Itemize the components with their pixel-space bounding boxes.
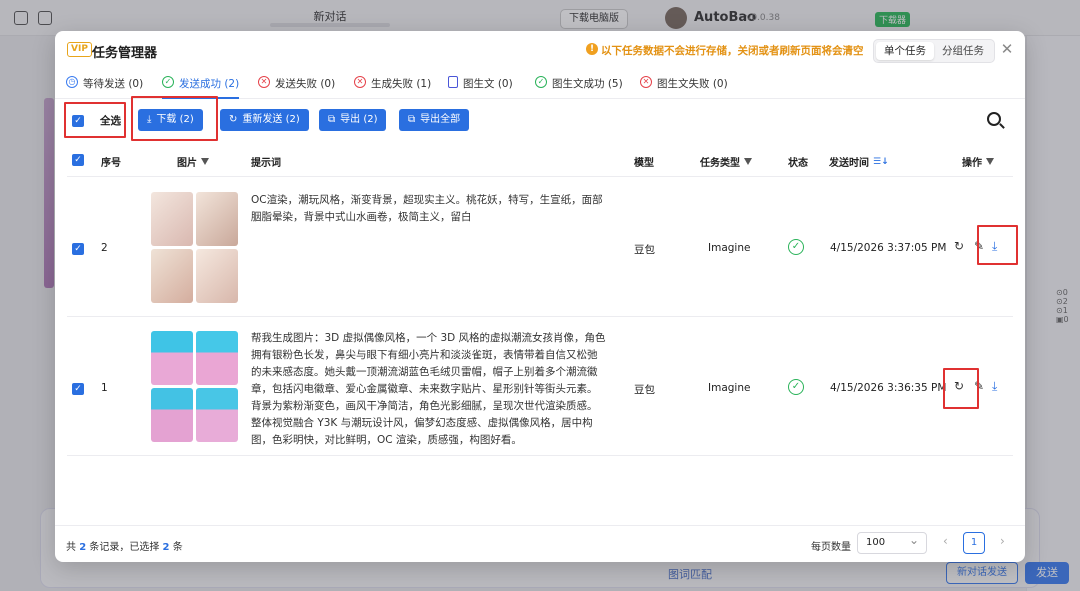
- col-index: 序号: [101, 158, 121, 169]
- thumbnail-image[interactable]: [151, 192, 193, 246]
- thumbnail-image[interactable]: [151, 249, 193, 303]
- task-mode-switch: 单个任务 分组任务: [873, 39, 995, 63]
- thumbnail-image[interactable]: [151, 331, 193, 385]
- filter-icon[interactable]: [201, 158, 209, 165]
- vip-badge: VIP: [67, 42, 92, 57]
- close-icon[interactable]: ✕: [998, 40, 1016, 58]
- page-size-select[interactable]: 100: [857, 530, 927, 554]
- clock-icon: ◷: [66, 76, 78, 88]
- filter-icon[interactable]: [986, 158, 994, 165]
- col-model: 模型: [634, 158, 654, 169]
- table-row: ✓ 1 帮我生成图片：3D 虚拟偶像风格，一个 3D 风格的虚拟潮流女孩肖像，角…: [67, 318, 1013, 456]
- check-circle-icon: ✓: [535, 76, 547, 88]
- thumbnail-image[interactable]: [196, 388, 238, 442]
- row-prompt: 帮我生成图片：3D 虚拟偶像风格，一个 3D 风格的虚拟潮流女孩肖像，角色拥有银…: [251, 332, 606, 446]
- row-thumbnails[interactable]: [151, 192, 239, 303]
- record-summary: 共 2 条记录，已选择 2 条: [66, 542, 183, 553]
- thumbnail-image[interactable]: [196, 192, 238, 246]
- resend-icon[interactable]: ↻: [954, 239, 964, 253]
- col-actions: 操作: [962, 154, 994, 169]
- tab-waiting[interactable]: ◷ 等待发送 (0): [66, 76, 143, 99]
- row-model: 豆包: [634, 244, 655, 256]
- check-circle-icon: ✓: [162, 76, 174, 88]
- col-task-type: 任务类型: [700, 154, 752, 169]
- tab-send-failed[interactable]: ✕ 发送失败 (0): [258, 76, 335, 99]
- segment-group-task[interactable]: 分组任务: [934, 42, 992, 60]
- warning-text: 以下任务数据不会进行存储，关闭或者刷新页面将会清空: [601, 45, 864, 57]
- export-button[interactable]: ⧉ 导出 (2): [319, 109, 387, 131]
- page-size-label: 每页数量: [811, 542, 851, 553]
- resend-button[interactable]: ↻ 重新发送 (2): [220, 109, 309, 131]
- download-icon[interactable]: ⤓: [992, 379, 997, 394]
- modal-title: 任务管理器: [92, 46, 158, 61]
- select-all-checkbox[interactable]: ✓: [72, 114, 84, 127]
- success-status-icon: ✓: [788, 239, 804, 255]
- document-icon: [448, 76, 458, 88]
- row-task-type: Imagine: [708, 242, 751, 254]
- col-send-time: 发送时间 ☰↓: [829, 156, 889, 170]
- export-icon: ⧉: [408, 114, 416, 125]
- download-button[interactable]: ⤓ 下载 (2): [138, 109, 203, 131]
- status-tabs: ◷ 等待发送 (0) ✓ 发送成功 (2) ✕ 发送失败 (0) ✕ 生成失败 (1) …: [55, 69, 1025, 99]
- table-footer: 共 2 条记录，已选择 2 条 每页数量 100 ‹ 1 ›: [55, 525, 1025, 562]
- download-icon: ⤓: [147, 114, 152, 125]
- page-number[interactable]: 1: [963, 532, 985, 554]
- tab-generate-failed[interactable]: ✕ 生成失败 (1): [354, 76, 431, 99]
- warning-icon: !: [586, 43, 598, 55]
- refresh-icon: ↻: [229, 114, 238, 125]
- col-prompt: 提示词: [251, 158, 281, 169]
- export-all-button[interactable]: ⧉ 导出全部: [399, 109, 470, 131]
- table-header: ✓ 序号 图片 提示词 模型 任务类型 状态 发送时间 ☰↓ 操作: [67, 143, 1013, 177]
- search-icon[interactable]: [987, 112, 1001, 126]
- row-index: 1: [101, 382, 108, 394]
- col-image: 图片: [177, 154, 209, 169]
- row-checkbox[interactable]: ✓: [72, 382, 84, 395]
- x-circle-icon: ✕: [258, 76, 270, 88]
- row-send-time: 4/15/2026 3:37:05 PM: [830, 242, 947, 254]
- thumbnail-image[interactable]: [196, 249, 238, 303]
- thumbnail-image[interactable]: [151, 388, 193, 442]
- row-index: 2: [101, 242, 108, 254]
- row-task-type: Imagine: [708, 382, 751, 394]
- x-circle-icon: ✕: [640, 76, 652, 88]
- download-icon[interactable]: ⤓: [992, 239, 997, 254]
- next-page-icon[interactable]: ›: [1000, 534, 1005, 548]
- segment-single-task[interactable]: 单个任务: [876, 42, 934, 60]
- tab-image-to-text[interactable]: 图生文 (0): [448, 76, 513, 99]
- col-status: 状态: [788, 158, 808, 169]
- header-checkbox[interactable]: ✓: [72, 154, 84, 166]
- row-send-time: 4/15/2026 3:36:35 PM: [830, 382, 947, 394]
- resend-icon[interactable]: ↻: [954, 379, 964, 393]
- filter-icon[interactable]: [744, 158, 752, 165]
- row-prompt: OC渲染，潮玩风格，渐变背景，超现实主义。桃花妖，特写，生宣纸，面部胭脂晕染，背…: [251, 194, 603, 223]
- tab-image-to-text-success[interactable]: ✓ 图生文成功 (5): [535, 76, 623, 99]
- success-status-icon: ✓: [788, 379, 804, 395]
- prev-page-icon[interactable]: ‹: [943, 534, 948, 548]
- export-icon: ⧉: [328, 114, 336, 125]
- table-row: ✓ 2 OC渲染，潮玩风格，渐变背景，超现实主义。桃花妖，特写，生宣纸，面部胭脂…: [67, 178, 1013, 317]
- task-manager-modal: VIP 任务管理器 ! 以下任务数据不会进行存储，关闭或者刷新页面将会清空 单个…: [55, 31, 1025, 562]
- row-thumbnails[interactable]: [151, 331, 239, 442]
- edit-icon[interactable]: ✎: [974, 239, 984, 253]
- modal-header: VIP 任务管理器 ! 以下任务数据不会进行存储，关闭或者刷新页面将会清空 单个…: [55, 31, 1025, 69]
- sort-icon[interactable]: ☰↓: [873, 157, 889, 167]
- tab-send-success[interactable]: ✓ 发送成功 (2): [162, 76, 240, 99]
- thumbnail-image[interactable]: [196, 331, 238, 385]
- action-toolbar: ✓ 全选 ⤓ 下载 (2) ↻ 重新发送 (2) ⧉ 导出 (2) ⧉ 导出全部: [55, 101, 1025, 139]
- tab-image-to-text-failed[interactable]: ✕ 图生文失败 (0): [640, 76, 728, 99]
- select-all[interactable]: ✓ 全选: [72, 113, 121, 128]
- row-model: 豆包: [634, 384, 655, 396]
- x-circle-icon: ✕: [354, 76, 366, 88]
- edit-icon[interactable]: ✎: [974, 379, 984, 393]
- row-checkbox[interactable]: ✓: [72, 242, 84, 255]
